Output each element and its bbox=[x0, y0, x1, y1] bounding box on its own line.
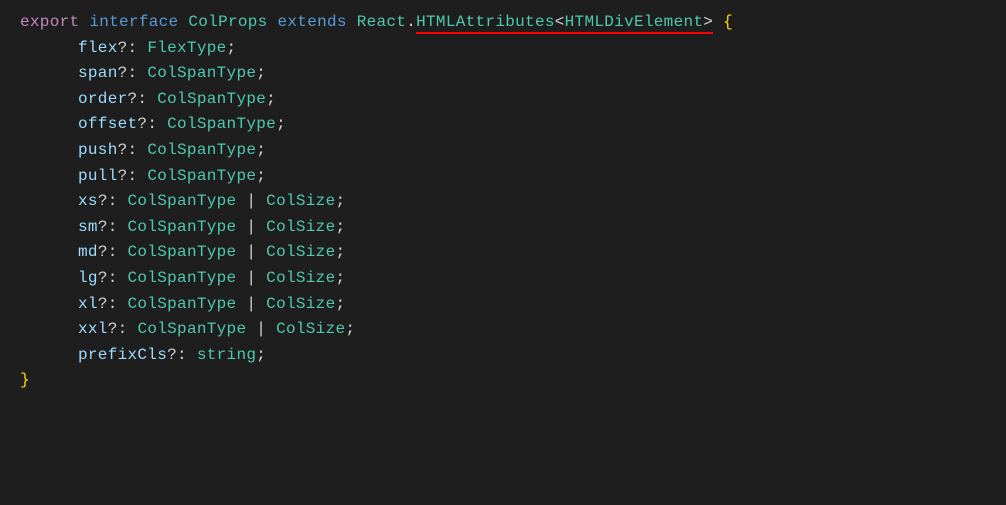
semicolon: ; bbox=[256, 167, 266, 185]
prop-line: xs?: ColSpanType | ColSize; bbox=[20, 189, 986, 215]
optional-marker: ?: bbox=[118, 167, 148, 185]
type-reference: ColSize bbox=[266, 192, 335, 210]
underlined-type: HTMLAttributes<HTMLDivElement> bbox=[416, 13, 713, 31]
union-operator: | bbox=[236, 243, 266, 261]
optional-marker: ?: bbox=[98, 243, 128, 261]
optional-marker: ?: bbox=[108, 320, 138, 338]
semicolon: ; bbox=[345, 320, 355, 338]
type-reference: ColSize bbox=[266, 243, 335, 261]
prop-name: xxl bbox=[78, 320, 108, 338]
error-underline-icon bbox=[416, 32, 713, 34]
optional-marker: ?: bbox=[118, 39, 148, 57]
optional-marker: ?: bbox=[118, 64, 148, 82]
prop-line: lg?: ColSpanType | ColSize; bbox=[20, 266, 986, 292]
prop-line: sm?: ColSpanType | ColSize; bbox=[20, 215, 986, 241]
prop-line: pull?: ColSpanType; bbox=[20, 164, 986, 190]
keyword-extends: extends bbox=[277, 13, 346, 31]
prop-name: lg bbox=[78, 269, 98, 287]
type-reference: ColSpanType bbox=[157, 90, 266, 108]
prop-line: prefixCls?: string; bbox=[20, 343, 986, 369]
type-reference: ColSpanType bbox=[128, 243, 237, 261]
type-reference: ColSpanType bbox=[147, 141, 256, 159]
semicolon: ; bbox=[335, 269, 345, 287]
open-brace: { bbox=[723, 13, 733, 31]
optional-marker: ?: bbox=[98, 295, 128, 313]
union-operator: | bbox=[236, 295, 266, 313]
line-declaration: export interface ColProps extends React.… bbox=[20, 10, 986, 36]
semicolon: ; bbox=[335, 295, 345, 313]
semicolon: ; bbox=[256, 141, 266, 159]
semicolon: ; bbox=[335, 192, 345, 210]
semicolon: ; bbox=[256, 64, 266, 82]
prop-name: pull bbox=[78, 167, 118, 185]
prop-name: xs bbox=[78, 192, 98, 210]
interface-name: ColProps bbox=[188, 13, 267, 31]
optional-marker: ?: bbox=[128, 90, 158, 108]
semicolon: ; bbox=[335, 243, 345, 261]
optional-marker: ?: bbox=[98, 269, 128, 287]
line-close: } bbox=[20, 368, 986, 394]
type-reference: ColSize bbox=[266, 218, 335, 236]
type-reference: ColSpanType bbox=[137, 320, 246, 338]
optional-marker: ?: bbox=[118, 141, 148, 159]
prop-line: xl?: ColSpanType | ColSize; bbox=[20, 292, 986, 318]
optional-marker: ?: bbox=[137, 115, 167, 133]
union-operator: | bbox=[236, 192, 266, 210]
type-reference: ColSpanType bbox=[128, 218, 237, 236]
semicolon: ; bbox=[266, 90, 276, 108]
code-block: export interface ColProps extends React.… bbox=[20, 10, 986, 394]
prop-name: prefixCls bbox=[78, 346, 167, 364]
prop-line: offset?: ColSpanType; bbox=[20, 112, 986, 138]
union-operator: | bbox=[246, 320, 276, 338]
close-brace: } bbox=[20, 371, 30, 389]
base-type: HTMLAttributes bbox=[416, 13, 555, 31]
generic-close: > bbox=[703, 13, 713, 31]
keyword-export: export bbox=[20, 13, 79, 31]
type-reference: ColSpanType bbox=[128, 269, 237, 287]
prop-name: order bbox=[78, 90, 128, 108]
prop-name: push bbox=[78, 141, 118, 159]
type-reference: string bbox=[197, 346, 256, 364]
semicolon: ; bbox=[256, 346, 266, 364]
namespace: React bbox=[357, 13, 407, 31]
semicolon: ; bbox=[276, 115, 286, 133]
type-reference: ColSpanType bbox=[147, 167, 256, 185]
prop-line: span?: ColSpanType; bbox=[20, 61, 986, 87]
prop-name: md bbox=[78, 243, 98, 261]
semicolon: ; bbox=[335, 218, 345, 236]
optional-marker: ?: bbox=[98, 218, 128, 236]
type-reference: ColSpanType bbox=[128, 192, 237, 210]
prop-name: sm bbox=[78, 218, 98, 236]
prop-name: span bbox=[78, 64, 118, 82]
type-reference: ColSize bbox=[276, 320, 345, 338]
type-reference: ColSize bbox=[266, 269, 335, 287]
prop-line: xxl?: ColSpanType | ColSize; bbox=[20, 317, 986, 343]
prop-name: flex bbox=[78, 39, 118, 57]
dot: . bbox=[406, 13, 416, 31]
prop-line: flex?: FlexType; bbox=[20, 36, 986, 62]
prop-line: push?: ColSpanType; bbox=[20, 138, 986, 164]
keyword-interface: interface bbox=[89, 13, 178, 31]
type-reference: ColSpanType bbox=[128, 295, 237, 313]
semicolon: ; bbox=[227, 39, 237, 57]
union-operator: | bbox=[236, 218, 266, 236]
type-reference: FlexType bbox=[147, 39, 226, 57]
optional-marker: ?: bbox=[167, 346, 197, 364]
type-reference: ColSpanType bbox=[167, 115, 276, 133]
type-reference: ColSpanType bbox=[147, 64, 256, 82]
type-reference: ColSize bbox=[266, 295, 335, 313]
optional-marker: ?: bbox=[98, 192, 128, 210]
prop-line: md?: ColSpanType | ColSize; bbox=[20, 240, 986, 266]
prop-name: xl bbox=[78, 295, 98, 313]
prop-line: order?: ColSpanType; bbox=[20, 87, 986, 113]
prop-name: offset bbox=[78, 115, 137, 133]
generic-open: < bbox=[555, 13, 565, 31]
union-operator: | bbox=[236, 269, 266, 287]
generic-type: HTMLDivElement bbox=[565, 13, 704, 31]
